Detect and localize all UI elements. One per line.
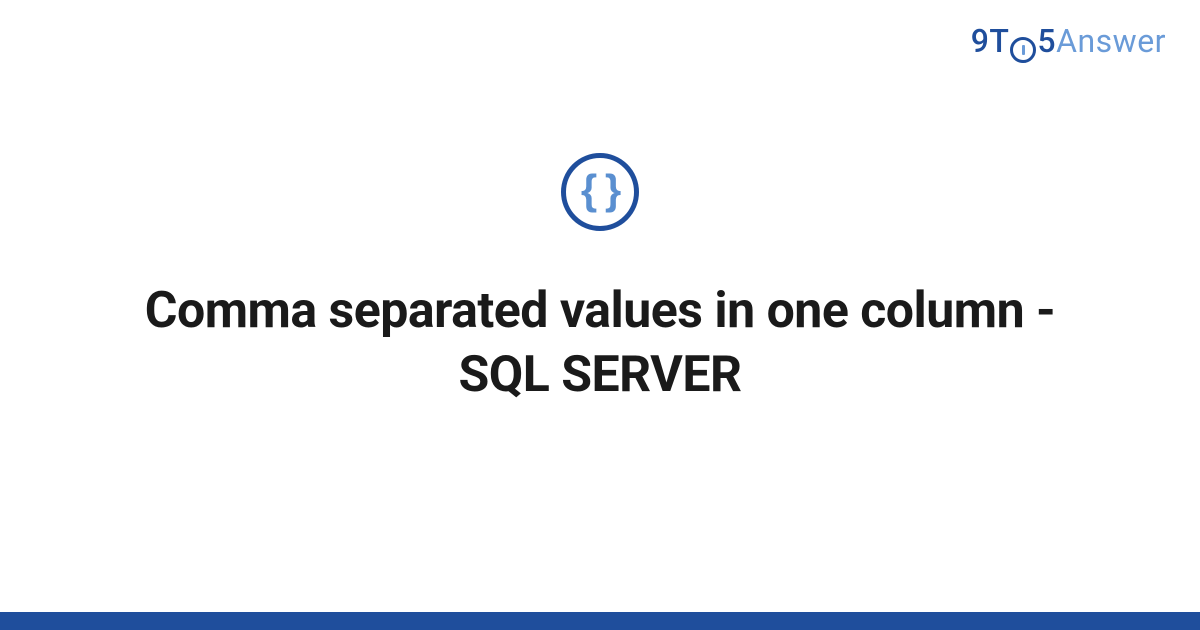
footer-accent-bar <box>0 612 1200 630</box>
page-title: Comma separated values in one column - S… <box>110 279 1090 407</box>
main-content: { } Comma separated values in one column… <box>0 0 1200 630</box>
braces-glyph: { } <box>581 169 619 211</box>
code-braces-icon: { } <box>561 153 639 231</box>
